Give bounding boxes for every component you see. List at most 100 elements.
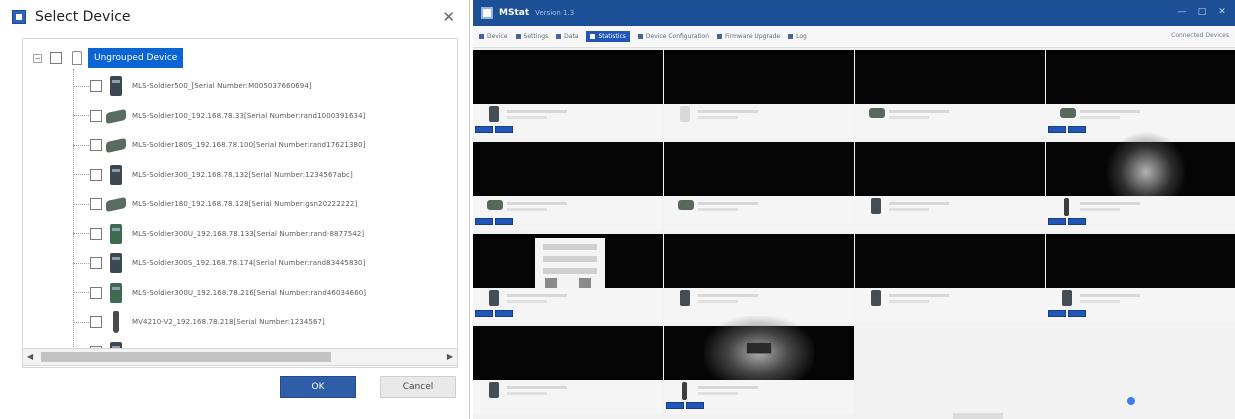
camera-cell[interactable]	[473, 234, 663, 322]
cancel-button[interactable]: Cancel	[380, 376, 456, 398]
page-indicator-dot[interactable]	[1127, 397, 1135, 405]
status-badge[interactable]	[495, 310, 513, 317]
camera-cell[interactable]	[473, 142, 663, 230]
status-badge[interactable]	[686, 402, 704, 409]
status-badge[interactable]	[1048, 126, 1066, 133]
status-badge[interactable]	[495, 126, 513, 133]
status-badge[interactable]	[475, 310, 493, 317]
device-checkbox[interactable]	[90, 109, 102, 122]
scroll-left-icon[interactable]: ◀	[27, 352, 33, 361]
camera-preview[interactable]	[855, 142, 1045, 196]
camera-icon	[869, 108, 885, 118]
close-icon[interactable]: ✕	[442, 8, 455, 26]
status-badge[interactable]	[475, 126, 493, 133]
status-badge[interactable]	[1068, 126, 1086, 133]
toolbar-item-device-configuration[interactable]: Device Configuration	[637, 33, 709, 40]
device-checkbox[interactable]	[90, 316, 102, 328]
camera-cell[interactable]	[855, 234, 1045, 322]
camera-preview[interactable]	[664, 142, 854, 196]
maximize-icon[interactable]: □	[1197, 7, 1207, 17]
camera-detail-placeholder	[889, 208, 929, 211]
camera-icon	[489, 106, 499, 122]
camera-info-bar	[473, 104, 663, 138]
device-checkbox[interactable]	[90, 227, 102, 240]
toolbar-item-icon	[637, 34, 643, 39]
device-checkbox[interactable]	[90, 168, 102, 181]
device-tree-item[interactable]: MV4210-V2_192.168.78.218[Serial Number:1…	[73, 309, 325, 335]
camera-preview[interactable]	[855, 234, 1045, 288]
camera-info-bar	[855, 196, 1045, 230]
camera-preview[interactable]	[1046, 132, 1235, 212]
camera-cell[interactable]	[855, 50, 1045, 138]
camera-cell[interactable]	[473, 326, 663, 414]
status-badge[interactable]	[666, 402, 684, 409]
minimize-icon[interactable]: —	[1177, 7, 1187, 17]
root-checkbox[interactable]	[50, 52, 62, 64]
camera-preview[interactable]	[664, 316, 854, 390]
device-checkbox[interactable]	[90, 198, 102, 210]
camera-info-bar	[855, 288, 1045, 322]
camera-icon	[489, 290, 499, 306]
toolbar-item-device[interactable]: Device	[479, 33, 508, 40]
camera-cell[interactable]	[473, 50, 663, 138]
camera-preview[interactable]	[473, 50, 663, 104]
status-badge[interactable]	[1048, 218, 1066, 225]
camera-name-placeholder	[698, 386, 758, 389]
camera-cell[interactable]	[664, 50, 854, 138]
app-titlebar: MStat Version 1.3 — □ ✕	[473, 0, 1235, 26]
camera-name-placeholder	[1080, 294, 1140, 297]
horizontal-scrollbar[interactable]: ◀ ▶	[22, 348, 458, 366]
toolbar-item-settings[interactable]: Settings	[515, 33, 548, 40]
device-tree-item[interactable]: MLS-Soldier180S_192.168.78.100[Serial Nu…	[73, 132, 365, 158]
window-close-icon[interactable]: ✕	[1217, 7, 1227, 17]
toolbar-item-statistics[interactable]: Statistics	[586, 31, 630, 42]
status-badge[interactable]	[1068, 310, 1086, 317]
connected-devices-label[interactable]: Connected Devices	[1171, 32, 1229, 39]
camera-preview[interactable]	[664, 234, 854, 288]
camera-preview[interactable]	[1046, 234, 1235, 288]
device-tree-item[interactable]: MLS-Soldier180_192.168.78.128[Serial Num…	[73, 191, 357, 217]
tree-root-ungrouped[interactable]: − Ungrouped Device	[33, 47, 184, 69]
scroll-right-icon[interactable]: ▶	[447, 352, 453, 361]
status-badge[interactable]	[1048, 310, 1066, 317]
camera-tags	[1048, 310, 1086, 317]
tree-branch-line	[73, 85, 89, 87]
camera-cell[interactable]	[1046, 132, 1235, 230]
camera-cell[interactable]	[1046, 234, 1235, 322]
camera-cell[interactable]	[664, 316, 854, 414]
device-label: MLS-Soldier300U_192.168.78.133[Serial Nu…	[132, 229, 365, 238]
device-tree-item[interactable]: MLS-Soldier300U_192.168.78.216[Serial Nu…	[73, 280, 366, 306]
ok-button[interactable]: OK	[280, 376, 356, 398]
status-badge[interactable]	[475, 218, 493, 225]
camera-preview[interactable]	[473, 234, 663, 290]
device-tree-item[interactable]: MLS-Soldier100_192.168.78.33[Serial Numb…	[73, 103, 365, 129]
camera-preview[interactable]	[855, 50, 1045, 104]
camera-preview[interactable]	[473, 326, 663, 380]
camera-preview[interactable]	[664, 50, 854, 104]
toolbar-item-log[interactable]: Log	[788, 33, 807, 40]
collapse-expander-icon[interactable]: −	[33, 53, 42, 63]
toolbar-item-firmware-upgrade[interactable]: Firmware Upgrade	[717, 33, 780, 40]
tree-branch-line	[73, 262, 89, 264]
toolbar-item-data[interactable]: Data	[556, 33, 578, 40]
scroll-thumb[interactable]	[41, 352, 331, 362]
device-checkbox[interactable]	[90, 257, 102, 269]
app-icon	[12, 10, 26, 24]
camera-cell[interactable]	[664, 234, 854, 322]
device-checkbox[interactable]	[90, 80, 102, 92]
camera-cell[interactable]	[855, 142, 1045, 230]
camera-cell[interactable]	[664, 142, 854, 230]
status-badge[interactable]	[1068, 218, 1086, 225]
camera-detail-placeholder	[1080, 116, 1120, 119]
device-tree-item[interactable]: MLS-Soldier300S_192.168.78.174[Serial Nu…	[73, 250, 365, 276]
image-panel	[535, 238, 605, 290]
status-badge[interactable]	[495, 218, 513, 225]
camera-cell[interactable]	[1046, 50, 1235, 138]
device-tree-item[interactable]: MLS-Soldier500_[Serial Number:M005037660…	[73, 73, 312, 99]
camera-preview[interactable]	[473, 142, 663, 196]
device-tree-item[interactable]: MLS-Soldier300_192.168.78.132[Serial Num…	[73, 162, 353, 188]
device-checkbox[interactable]	[90, 139, 102, 151]
device-tree-item[interactable]: MLS-Soldier300U_192.168.78.133[Serial Nu…	[73, 221, 364, 247]
camera-preview[interactable]	[1046, 50, 1235, 104]
device-checkbox[interactable]	[90, 286, 102, 299]
